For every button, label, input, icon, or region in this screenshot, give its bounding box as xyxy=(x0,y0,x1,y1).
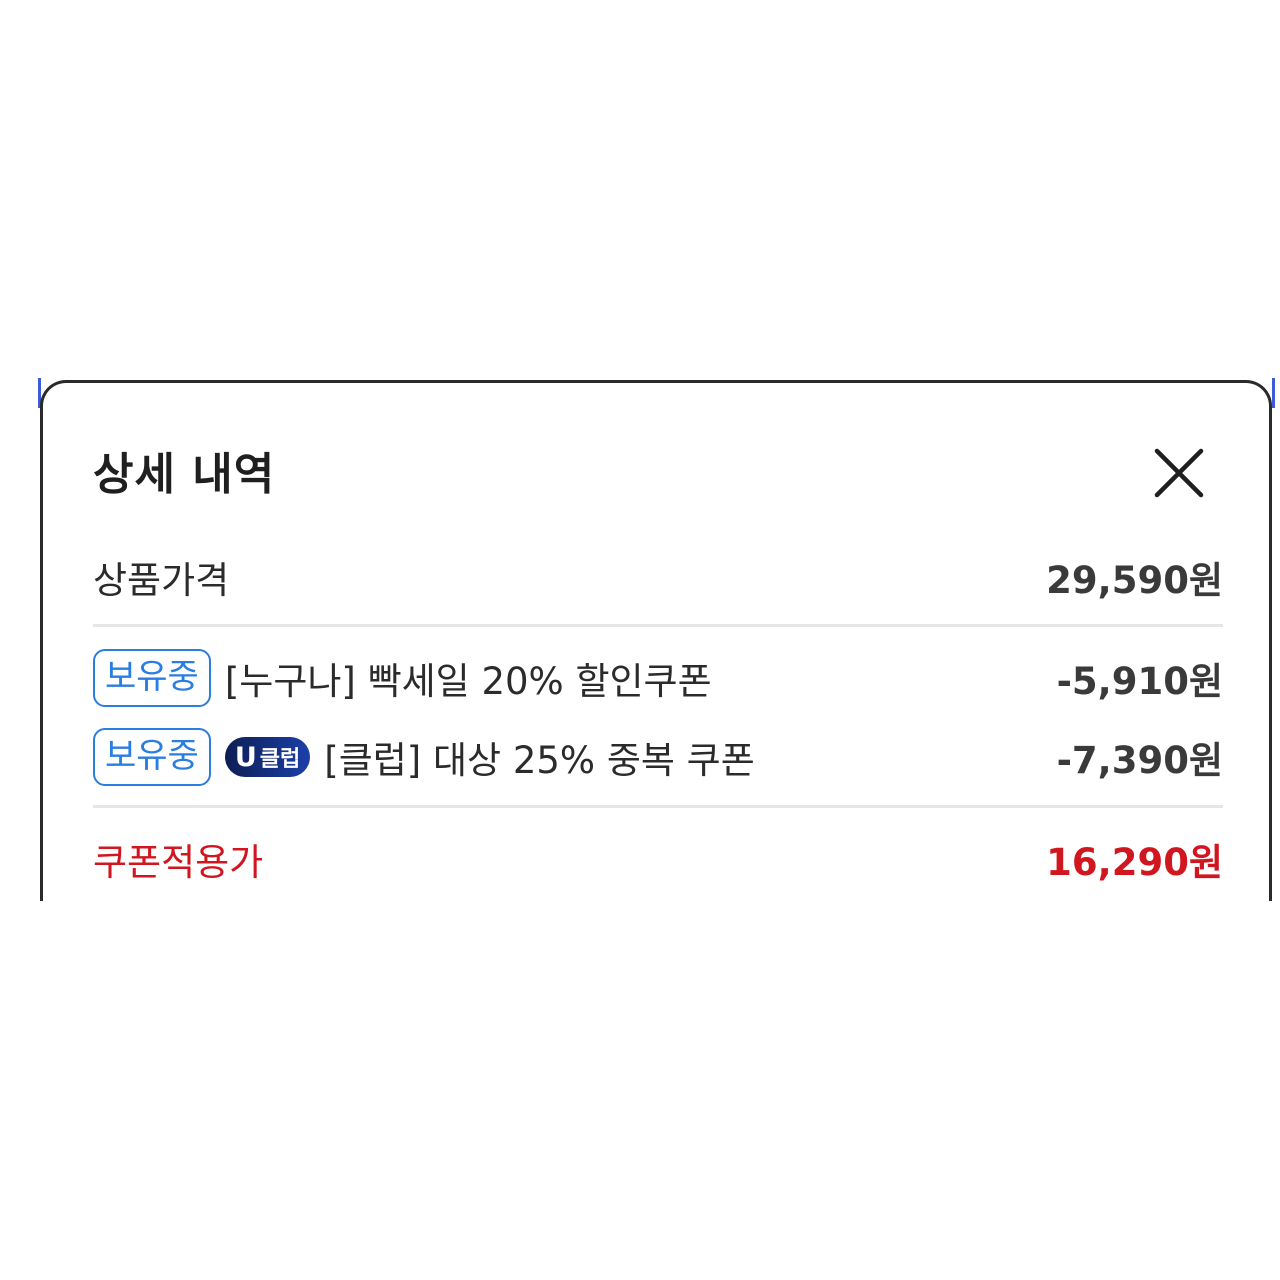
price-row: 상품가격 29,590원 xyxy=(93,547,1223,607)
total-label: 쿠폰적용가 xyxy=(93,841,264,884)
divider-top xyxy=(93,624,1223,627)
owned-badge: 보유중 xyxy=(93,649,211,707)
coupon-name: [클럽] 대상 25% 중복 쿠폰 xyxy=(324,739,755,782)
coupon-discount-amount: -5,910원 xyxy=(1056,660,1223,703)
price-label: 상품가격 xyxy=(93,559,230,602)
total-amount: 16,290원 xyxy=(1046,841,1223,884)
coupon-row: 보유중 U 클럽 [클럽] 대상 25% 중복 쿠폰 -7,390원 xyxy=(93,727,1223,787)
u-club-letter: U xyxy=(234,741,257,773)
coupon-name: [누구나] 빡세일 20% 할인쿠폰 xyxy=(224,660,712,703)
close-button[interactable] xyxy=(1151,445,1207,501)
coupon-row: 보유중 [누구나] 빡세일 20% 할인쿠폰 -5,910원 xyxy=(93,648,1223,708)
coupon-discount-amount: -7,390원 xyxy=(1056,739,1223,782)
owned-badge: 보유중 xyxy=(93,728,211,786)
divider-bottom xyxy=(93,805,1223,808)
sheet-title: 상세 내역 xyxy=(93,449,276,500)
screen: 상세 내역 상품가격 29,590원 보유중 [누구나] 빡세일 20% 할인쿠… xyxy=(0,0,1280,1280)
close-icon xyxy=(1154,448,1204,498)
background-edge-right xyxy=(1272,378,1275,408)
detail-bottom-sheet: 상세 내역 상품가격 29,590원 보유중 [누구나] 빡세일 20% 할인쿠… xyxy=(40,380,1272,901)
u-club-badge: U 클럽 xyxy=(224,737,311,777)
price-amount: 29,590원 xyxy=(1046,559,1223,602)
total-row: 쿠폰적용가 16,290원 xyxy=(93,829,1223,889)
u-club-text: 클럽 xyxy=(259,747,301,772)
